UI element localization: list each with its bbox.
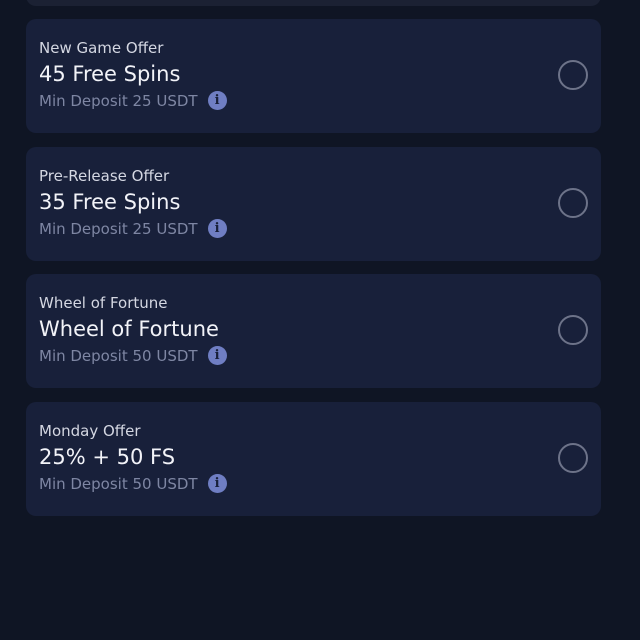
offer-title: 25% + 50 FS — [39, 445, 176, 469]
offer-min-deposit: Min Deposit 50 USDT — [39, 474, 198, 493]
offer-title: 35 Free Spins — [39, 190, 181, 214]
offer-card-new-game[interactable]: New Game Offer 45 Free Spins Min Deposit… — [26, 19, 601, 133]
info-icon[interactable]: i — [207, 219, 227, 238]
offer-type-label: Wheel of Fortune — [39, 294, 168, 312]
offer-select-radio[interactable] — [558, 315, 588, 345]
info-icon[interactable]: i — [207, 474, 227, 493]
offer-min-deposit: Min Deposit 25 USDT — [39, 219, 198, 238]
info-icon[interactable]: i — [207, 346, 227, 365]
offer-min-deposit: Min Deposit 50 USDT — [39, 346, 198, 365]
offer-card-pre-release[interactable]: Pre-Release Offer 35 Free Spins Min Depo… — [26, 147, 601, 261]
offer-min-deposit: Min Deposit 25 USDT — [39, 91, 198, 110]
offer-title: 45 Free Spins — [39, 62, 181, 86]
offer-select-radio[interactable] — [558, 443, 588, 473]
offer-card-wheel-of-fortune[interactable]: Wheel of Fortune Wheel of Fortune Min De… — [26, 274, 601, 388]
offer-deposit-row: Min Deposit 50 USDT i — [39, 346, 227, 365]
offer-title: Wheel of Fortune — [39, 317, 219, 341]
offer-card-partial[interactable] — [26, 0, 601, 6]
offer-deposit-row: Min Deposit 25 USDT i — [39, 91, 227, 110]
info-icon[interactable]: i — [207, 91, 227, 110]
offer-type-label: Pre-Release Offer — [39, 167, 170, 185]
offer-type-label: New Game Offer — [39, 39, 164, 57]
offer-card-monday[interactable]: Monday Offer 25% + 50 FS Min Deposit 50 … — [26, 402, 601, 516]
offer-select-radio[interactable] — [558, 188, 588, 218]
offer-type-label: Monday Offer — [39, 422, 141, 440]
offer-select-radio[interactable] — [558, 60, 588, 90]
offer-deposit-row: Min Deposit 25 USDT i — [39, 219, 227, 238]
offer-deposit-row: Min Deposit 50 USDT i — [39, 474, 227, 493]
offers-screen: New Game Offer 45 Free Spins Min Deposit… — [0, 0, 640, 640]
